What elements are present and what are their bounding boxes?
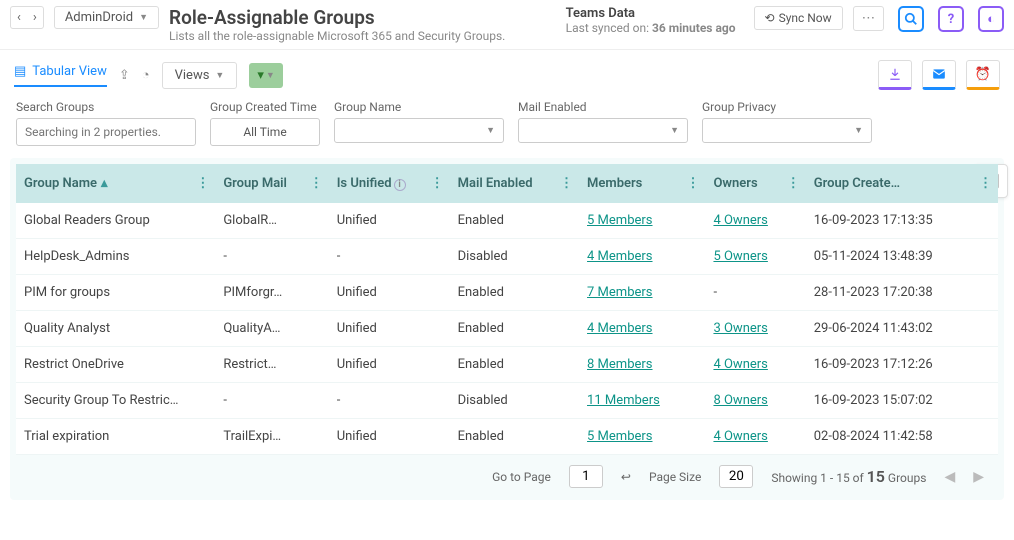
owners-link[interactable]: 8 Owners (713, 393, 767, 408)
showing-text: Showing 1 - 15 of 15 Groups (771, 467, 926, 486)
search-input[interactable] (16, 118, 196, 146)
column-header[interactable]: Members⋮ (579, 164, 705, 203)
column-menu-icon[interactable]: ⋮ (310, 176, 323, 191)
tabular-view-tab[interactable]: ▤ Tabular View (14, 64, 107, 87)
chevron-down-icon: ▼ (854, 125, 863, 136)
column-menu-icon[interactable]: ⋮ (787, 176, 800, 191)
nav-forward-icon[interactable]: › (27, 7, 43, 28)
owners-link[interactable]: 4 Owners (713, 357, 767, 372)
owners-link[interactable]: 4 Owners (713, 429, 767, 444)
mail-enabled-label: Mail Enabled (518, 100, 688, 114)
members-link[interactable]: 7 Members (587, 285, 652, 300)
table-row[interactable]: Quality AnalystQualityA…UnifiedEnabled4 … (16, 311, 998, 347)
chart-icon[interactable]: ◔ (142, 67, 150, 83)
nav-back-icon[interactable]: ‹ (11, 7, 27, 28)
column-header[interactable]: Is Unifiedi⋮ (329, 164, 450, 203)
breadcrumb[interactable]: AdminDroid ▼ (54, 6, 159, 29)
sync-title: Teams Data (566, 6, 736, 21)
groups-table: Group Name▴⋮Group Mail⋮Is Unifiedi⋮Mail … (16, 164, 998, 455)
email-button[interactable] (922, 60, 956, 90)
views-dropdown[interactable]: Views ▼ (162, 62, 238, 89)
page-size-input[interactable] (719, 465, 753, 488)
nav-back-forward[interactable]: ‹ › (10, 6, 44, 29)
goto-page-input[interactable] (569, 465, 603, 488)
page-subtitle: Lists all the role-assignable Microsoft … (169, 29, 556, 43)
owners-link[interactable]: 3 Owners (713, 321, 767, 336)
table-row[interactable]: PIM for groupsPIMforgr…UnifiedEnabled7 M… (16, 275, 998, 311)
column-menu-icon[interactable]: ⋮ (196, 176, 209, 191)
owners-link[interactable]: 5 Owners (713, 249, 767, 264)
created-time-label: Group Created Time (210, 100, 320, 114)
breadcrumb-label: AdminDroid (65, 10, 133, 25)
pager: Go to Page ↩ Page Size Showing 1 - 15 of… (16, 455, 998, 490)
group-name-select[interactable]: ▼ (334, 118, 504, 143)
group-name-label: Group Name (334, 100, 504, 114)
chevron-down-icon: ▼ (139, 12, 148, 23)
table-row[interactable]: Global Readers GroupGlobalR…UnifiedEnabl… (16, 203, 998, 239)
goto-submit[interactable]: ↩ (621, 470, 631, 484)
group-privacy-label: Group Privacy (702, 100, 872, 114)
members-link[interactable]: 11 Members (587, 393, 660, 408)
members-link[interactable]: 5 Members (587, 429, 652, 444)
mail-icon (931, 67, 947, 81)
column-header[interactable]: Group Mail⋮ (215, 164, 328, 203)
export-icon[interactable]: ⇪ (119, 68, 130, 83)
members-link[interactable]: 4 Members (587, 321, 652, 336)
sync-status: Last synced on: 36 minutes ago (566, 21, 736, 35)
members-link[interactable]: 4 Members (587, 249, 652, 264)
column-menu-icon[interactable]: ⋮ (560, 176, 573, 191)
download-button[interactable] (878, 60, 912, 90)
activity-button[interactable]: ◐ (978, 6, 1004, 32)
column-header[interactable]: Owners⋮ (705, 164, 805, 203)
search-button[interactable] (898, 6, 924, 32)
more-button[interactable]: ⋯ (853, 6, 884, 31)
info-icon: i (394, 179, 406, 191)
schedule-button[interactable]: ⏰ (966, 60, 1000, 90)
group-privacy-select[interactable]: ▼ (702, 118, 872, 143)
column-header[interactable]: Group Create…⋮ (806, 164, 998, 203)
table-row[interactable]: HelpDesk_Admins--Disabled4 Members5 Owne… (16, 239, 998, 275)
prev-page[interactable]: ◀ (944, 469, 955, 485)
chevron-down-icon: ▼ (266, 70, 275, 81)
column-menu-icon[interactable]: ⋮ (979, 176, 992, 191)
column-header[interactable]: Group Name▴⋮ (16, 164, 215, 203)
table-row[interactable]: Restrict OneDriveRestrict…UnifiedEnabled… (16, 347, 998, 383)
column-menu-icon[interactable]: ⋮ (686, 176, 699, 191)
page-title: Role-Assignable Groups (169, 6, 556, 29)
table-row[interactable]: Trial expirationTrailExpi…UnifiedEnabled… (16, 419, 998, 455)
column-menu-icon[interactable]: ⋮ (431, 176, 444, 191)
members-link[interactable]: 5 Members (587, 213, 652, 228)
filter-button[interactable]: ▾ ▼ (249, 63, 282, 88)
alarm-icon: ⏰ (975, 67, 991, 82)
sync-now-button[interactable]: ⟲ Sync Now (754, 6, 843, 30)
help-button[interactable]: ? (938, 6, 964, 32)
chevron-down-icon: ▼ (670, 125, 679, 136)
members-link[interactable]: 8 Members (587, 357, 652, 372)
owners-link[interactable]: 4 Owners (713, 213, 767, 228)
sort-asc-icon: ▴ (101, 176, 108, 191)
search-icon (904, 12, 918, 26)
next-page[interactable]: ▶ (973, 469, 984, 485)
mail-enabled-select[interactable]: ▼ (518, 118, 688, 143)
chevron-down-icon: ▼ (215, 70, 224, 81)
download-icon (888, 67, 902, 81)
refresh-icon: ⟲ (765, 11, 775, 25)
table-row[interactable]: Security Group To Restric…--Disabled11 M… (16, 383, 998, 419)
document-icon: ▤ (14, 64, 26, 79)
created-time-select[interactable]: All Time (210, 118, 320, 146)
funnel-icon: ▾ (257, 68, 264, 83)
column-header[interactable]: Mail Enabled⋮ (450, 164, 579, 203)
chevron-down-icon: ▼ (486, 125, 495, 136)
search-label: Search Groups (16, 100, 196, 114)
